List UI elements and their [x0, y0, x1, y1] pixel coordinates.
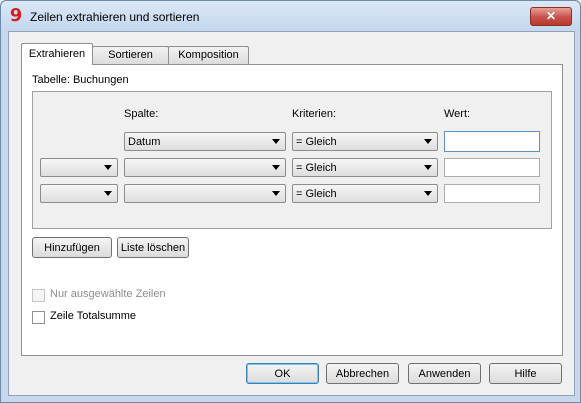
- table-label: Tabelle: Buchungen: [32, 74, 129, 86]
- column-header-spalte: Spalte:: [124, 108, 159, 120]
- dropdown-arrow-icon: [104, 165, 112, 170]
- selected-rows-checkbox: [32, 289, 45, 302]
- select-value: = Gleich: [296, 162, 337, 174]
- close-button[interactable]: ✕: [530, 7, 572, 26]
- apply-button[interactable]: Anwenden: [408, 363, 481, 384]
- dropdown-arrow-icon: [424, 191, 432, 196]
- select-value: = Gleich: [296, 136, 337, 148]
- row3-spalte-select[interactable]: [124, 184, 286, 203]
- dropdown-arrow-icon: [424, 165, 432, 170]
- total-row-label[interactable]: Zeile Totalsumme: [50, 310, 136, 322]
- dropdown-arrow-icon: [272, 191, 280, 196]
- row3-operator-select[interactable]: [40, 184, 118, 203]
- help-button[interactable]: Hilfe: [489, 363, 562, 384]
- tab-label: Komposition: [178, 49, 239, 61]
- tab-sortieren[interactable]: Sortieren: [92, 46, 169, 64]
- ok-button[interactable]: OK: [246, 363, 319, 384]
- window-title: Zeilen extrahieren und sortieren: [30, 10, 200, 24]
- dropdown-arrow-icon: [424, 139, 432, 144]
- row2-kriterium-select[interactable]: = Gleich: [292, 158, 438, 177]
- tab-label: Extrahieren: [28, 48, 86, 60]
- total-row-checkbox[interactable]: [32, 311, 45, 324]
- tab-label: Sortieren: [108, 49, 153, 61]
- title-bar[interactable]: 9 Zeilen extrahieren und sortieren ✕: [1, 1, 580, 31]
- dropdown-arrow-icon: [272, 165, 280, 170]
- dropdown-arrow-icon: [104, 191, 112, 196]
- app-logo-icon: 9: [9, 5, 23, 26]
- row3-wert-input[interactable]: [444, 184, 540, 203]
- row1-wert-input[interactable]: [444, 131, 540, 152]
- row2-wert-input[interactable]: [444, 158, 540, 177]
- column-header-kriterien: Kriterien:: [292, 108, 337, 120]
- row2-spalte-select[interactable]: [124, 158, 286, 177]
- extract-panel: Tabelle: Buchungen Spalte: Kriterien: We…: [21, 64, 563, 356]
- row1-spalte-select[interactable]: Datum: [124, 132, 286, 151]
- add-button[interactable]: Hinzufügen: [32, 237, 112, 258]
- clear-list-button[interactable]: Liste löschen: [117, 237, 189, 258]
- cancel-button[interactable]: Abbrechen: [326, 363, 399, 384]
- row1-kriterium-select[interactable]: = Gleich: [292, 132, 438, 151]
- dialog-body: Extrahieren Sortieren Komposition Tabell…: [8, 31, 575, 396]
- close-icon: ✕: [545, 9, 557, 23]
- dialog-window: 9 Zeilen extrahieren und sortieren ✕ Ext…: [0, 0, 581, 403]
- row2-operator-select[interactable]: [40, 158, 118, 177]
- tab-extrahieren[interactable]: Extrahieren: [21, 43, 93, 65]
- column-header-wert: Wert:: [444, 108, 471, 120]
- select-value: = Gleich: [296, 188, 337, 200]
- dropdown-arrow-icon: [272, 139, 280, 144]
- select-value: Datum: [128, 136, 161, 148]
- tab-komposition[interactable]: Komposition: [168, 46, 249, 64]
- row3-kriterium-select[interactable]: = Gleich: [292, 184, 438, 203]
- criteria-grid: Spalte: Kriterien: Wert: Datum = Gleich: [32, 91, 552, 229]
- selected-rows-label: Nur ausgewählte Zeilen: [50, 288, 166, 300]
